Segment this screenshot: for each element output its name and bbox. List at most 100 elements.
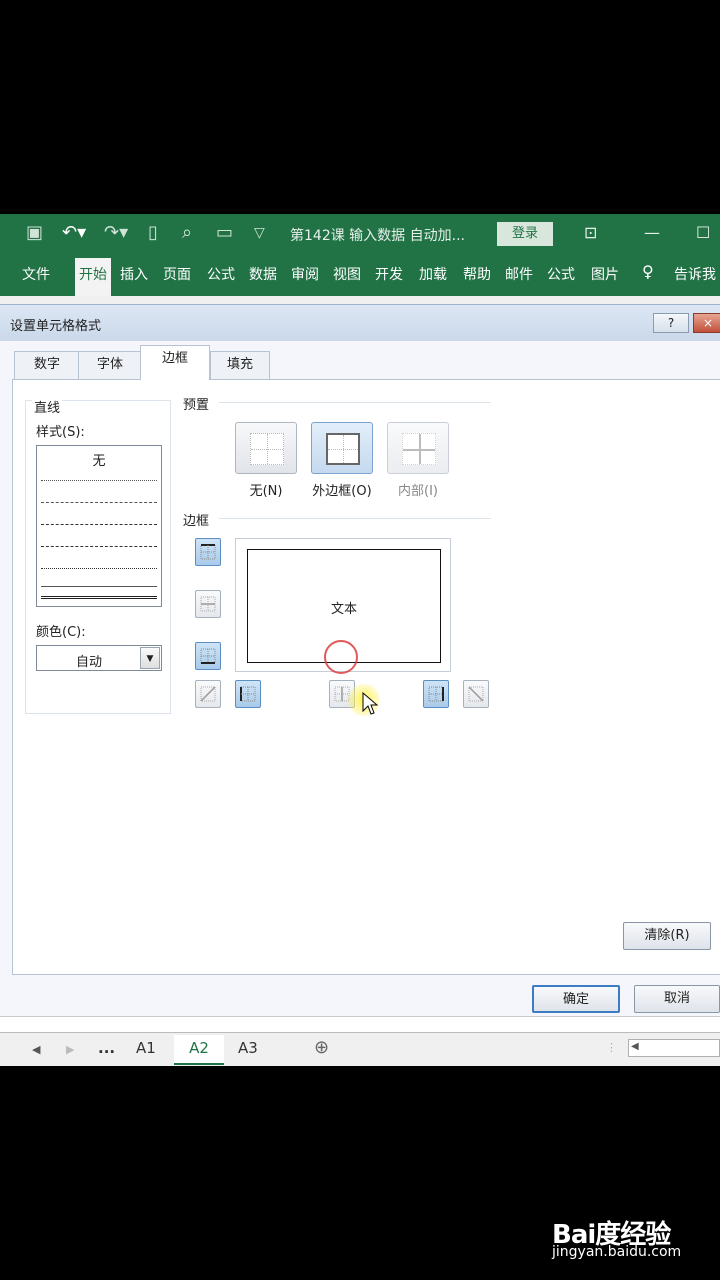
help-button[interactable]: ? bbox=[653, 313, 689, 333]
customize-toolbar-icon[interactable]: ▽ bbox=[254, 225, 265, 241]
line-style-fine-dash[interactable] bbox=[41, 502, 157, 503]
sheet-tab-a2[interactable]: A2 bbox=[174, 1035, 224, 1065]
border-heading: 边框 bbox=[183, 514, 210, 529]
tab-view[interactable]: 视图 bbox=[333, 264, 361, 284]
color-dropdown[interactable]: 自动 ▼ bbox=[36, 645, 162, 671]
title-bar: ▣ ↶▾ ↷▾ ▯ ⌕ ▭ ▽ 第142课 输入数据 自动加... 登录 ⊡ —… bbox=[0, 214, 720, 254]
line-style-dash-dot[interactable] bbox=[41, 524, 157, 525]
tab-review[interactable]: 审阅 bbox=[291, 264, 319, 284]
dropdown-arrow-icon[interactable]: ▼ bbox=[140, 647, 160, 669]
tab-pictures[interactable]: 图片 bbox=[591, 264, 619, 284]
line-style-double[interactable] bbox=[41, 596, 157, 599]
next-sheet-icon[interactable]: ▶ bbox=[66, 1043, 74, 1056]
line-style-list[interactable]: 无 bbox=[36, 445, 162, 607]
redo-icon[interactable]: ↷▾ bbox=[104, 222, 128, 243]
border-left-button[interactable] bbox=[235, 680, 261, 708]
tab-home[interactable]: 开始 bbox=[75, 258, 111, 296]
border-bottom-button[interactable] bbox=[195, 642, 221, 670]
login-button[interactable]: 登录 bbox=[497, 222, 553, 246]
tab-data[interactable]: 数据 bbox=[249, 264, 277, 284]
new-file-icon[interactable]: ▯ bbox=[148, 222, 158, 243]
border-diagonal-down-button[interactable] bbox=[463, 680, 489, 708]
diagonal-up-icon bbox=[200, 686, 216, 702]
tab-number[interactable]: 数字 bbox=[14, 351, 80, 379]
tab-insert[interactable]: 插入 bbox=[120, 264, 148, 284]
sheet-tab-a1[interactable]: A1 bbox=[136, 1039, 156, 1057]
mouse-pointer-icon bbox=[362, 692, 378, 715]
line-style-thin[interactable] bbox=[41, 586, 157, 587]
tab-addins[interactable]: 加载 bbox=[419, 264, 447, 284]
add-sheet-button[interactable]: ⊕ bbox=[314, 1037, 329, 1058]
undo-icon[interactable]: ↶▾ bbox=[62, 222, 86, 243]
sheet-tab-bar: ◀ ▶ ... A1 A2 A3 ⊕ ⋮ ◀ bbox=[0, 1016, 720, 1066]
tab-formulas[interactable]: 公式 bbox=[207, 264, 235, 284]
tab-file[interactable]: 文件 bbox=[22, 264, 50, 284]
preset-none-label: 无(N) bbox=[249, 484, 283, 499]
border-inside-horizontal-button[interactable] bbox=[195, 590, 221, 618]
border-inside-horizontal-icon bbox=[200, 596, 216, 612]
ok-button[interactable]: 确定 bbox=[532, 985, 620, 1013]
border-top-button[interactable] bbox=[195, 538, 221, 566]
border-right-button[interactable] bbox=[423, 680, 449, 708]
border-diagonal-up-button[interactable] bbox=[195, 680, 221, 708]
dialog-header: 设置单元格格式 ? × bbox=[0, 305, 720, 341]
print-preview-icon[interactable]: ⌕ bbox=[182, 222, 192, 243]
preset-outline-label: 外边框(O) bbox=[312, 484, 372, 499]
more-sheets[interactable]: ... bbox=[98, 1039, 115, 1057]
lightbulb-icon[interactable]: ♀ bbox=[642, 262, 654, 281]
preset-none-icon bbox=[250, 433, 284, 465]
ribbon-body bbox=[0, 296, 720, 304]
border-bottom-icon bbox=[200, 648, 216, 664]
open-folder-icon[interactable]: ▭ bbox=[216, 222, 233, 243]
border-divider bbox=[219, 518, 491, 519]
ribbon-display-icon[interactable]: ⊡ bbox=[584, 223, 597, 242]
color-label: 颜色(C): bbox=[36, 625, 86, 640]
preview-text: 文本 bbox=[330, 602, 357, 617]
click-indicator bbox=[324, 640, 358, 674]
minimize-icon[interactable]: — bbox=[644, 223, 660, 242]
preset-inside-label: 内部(I) bbox=[398, 484, 438, 499]
diagonal-down-icon bbox=[468, 686, 484, 702]
preset-none-button[interactable] bbox=[235, 422, 297, 474]
preset-inside-icon bbox=[402, 433, 436, 465]
line-style-dotted[interactable] bbox=[41, 480, 157, 481]
tab-mail[interactable]: 邮件 bbox=[505, 264, 533, 284]
tab-formulas-2[interactable]: 公式 bbox=[547, 264, 575, 284]
border-right-icon bbox=[428, 686, 444, 702]
worksheet-grid-edge bbox=[0, 1017, 720, 1033]
cancel-button[interactable]: 取消 bbox=[634, 985, 720, 1013]
close-button[interactable]: × bbox=[693, 313, 720, 333]
border-top-icon bbox=[200, 544, 216, 560]
dialog-title: 设置单元格格式 bbox=[10, 319, 102, 334]
line-style-dense-dot[interactable] bbox=[41, 568, 157, 569]
line-group: 直线 样式(S): 无 颜色(C): 自动 ▼ bbox=[25, 397, 171, 714]
presets-divider bbox=[219, 402, 491, 403]
ribbon-tabs: 文件 开始 插入 页面 公式 数据 审阅 视图 开发 加载 帮助 邮件 公式 图… bbox=[0, 254, 720, 296]
clear-button[interactable]: 清除(R) bbox=[623, 922, 711, 950]
tab-developer[interactable]: 开发 bbox=[375, 264, 403, 284]
presets-heading: 预置 bbox=[183, 398, 210, 413]
document-title: 第142课 输入数据 自动加... bbox=[290, 228, 465, 244]
tab-page-layout[interactable]: 页面 bbox=[163, 264, 191, 284]
tab-border[interactable]: 边框 bbox=[140, 345, 210, 380]
tab-help[interactable]: 帮助 bbox=[463, 264, 491, 284]
watermark-url: jingyan.baidu.com bbox=[552, 1244, 682, 1260]
horizontal-scrollbar[interactable]: ◀ bbox=[628, 1039, 720, 1057]
format-cells-dialog: 设置单元格格式 ? × 数字 字体 边框 填充 直线 样式(S): 无 颜色(C… bbox=[0, 304, 720, 1016]
tell-me-label[interactable]: 告诉我 bbox=[674, 264, 716, 284]
preset-inside-button[interactable] bbox=[387, 422, 449, 474]
tab-fill[interactable]: 填充 bbox=[210, 351, 270, 379]
scroll-left-icon[interactable]: ◀ bbox=[631, 1041, 639, 1052]
preset-outline-icon bbox=[326, 433, 360, 465]
border-left-icon bbox=[240, 686, 256, 702]
save-icon[interactable]: ▣ bbox=[26, 222, 43, 243]
maximize-icon[interactable]: ☐ bbox=[696, 223, 710, 242]
tab-font[interactable]: 字体 bbox=[78, 351, 142, 379]
prev-sheet-icon[interactable]: ◀ bbox=[32, 1043, 40, 1056]
line-heading: 直线 bbox=[32, 397, 63, 416]
sheet-tab-a3[interactable]: A3 bbox=[238, 1039, 258, 1057]
preset-outline-button[interactable] bbox=[311, 422, 373, 474]
line-style-dash-dot-2[interactable] bbox=[41, 546, 157, 547]
line-style-none[interactable]: 无 bbox=[37, 450, 161, 469]
split-handle[interactable]: ⋮ bbox=[606, 1041, 617, 1054]
